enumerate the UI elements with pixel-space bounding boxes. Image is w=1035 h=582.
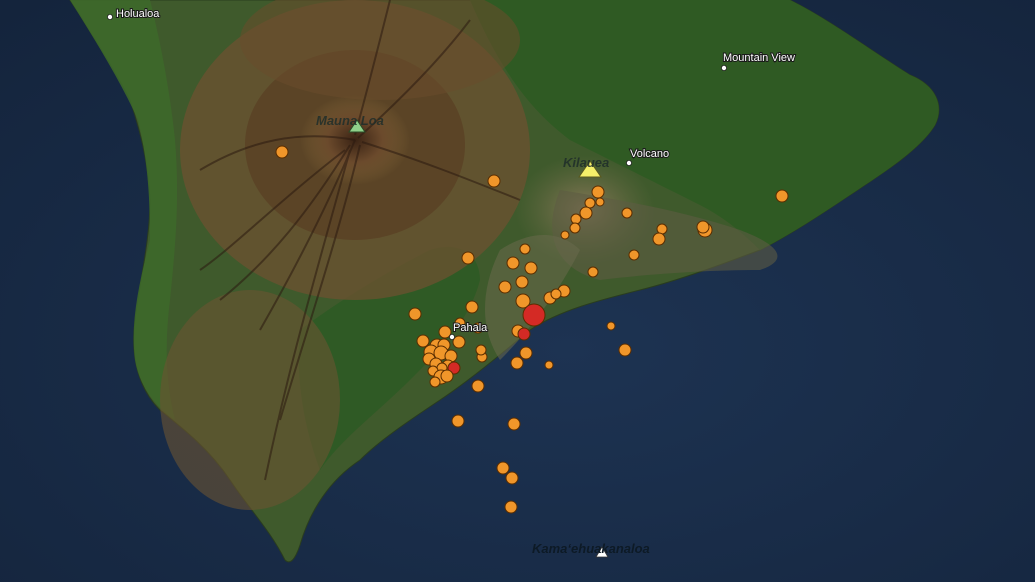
- earthquake-map[interactable]: Mauna Loa Kilauea Kama‘ehuakanaloa Holua…: [0, 0, 1035, 582]
- earthquake-marker[interactable]: [465, 300, 479, 314]
- earthquake-marker[interactable]: [515, 275, 529, 289]
- earthquake-marker[interactable]: [775, 189, 789, 203]
- earthquake-marker[interactable]: [618, 343, 632, 357]
- earthquake-marker[interactable]: [517, 327, 531, 341]
- earthquake-marker[interactable]: [504, 500, 518, 514]
- southwest-rift: [160, 290, 340, 510]
- earthquake-marker[interactable]: [505, 471, 519, 485]
- mountain-view-label: Mountain View: [723, 52, 795, 64]
- earthquake-marker[interactable]: [487, 174, 501, 188]
- mauna-loa-label: Mauna Loa: [316, 113, 384, 128]
- earthquake-marker[interactable]: [579, 206, 593, 220]
- map-canvas[interactable]: Mauna Loa Kilauea Kama‘ehuakanaloa Holua…: [0, 0, 1035, 582]
- earthquake-marker[interactable]: [496, 461, 510, 475]
- earthquake-marker[interactable]: [429, 376, 441, 388]
- earthquake-marker[interactable]: [628, 249, 640, 261]
- earthquake-marker[interactable]: [519, 243, 531, 255]
- earthquake-marker[interactable]: [451, 414, 465, 428]
- kilauea-label: Kilauea: [563, 155, 609, 170]
- earthquake-marker[interactable]: [440, 369, 454, 383]
- earthquake-marker[interactable]: [498, 280, 512, 294]
- earthquake-marker[interactable]: [524, 261, 538, 275]
- volcano-town-dot: [626, 159, 633, 166]
- earthquake-marker[interactable]: [656, 223, 668, 235]
- earthquake-marker[interactable]: [569, 222, 581, 234]
- earthquake-marker[interactable]: [475, 344, 487, 356]
- earthquake-marker[interactable]: [544, 360, 554, 370]
- earthquake-marker[interactable]: [606, 321, 616, 331]
- earthquake-marker[interactable]: [587, 266, 599, 278]
- earthquake-marker[interactable]: [696, 220, 710, 234]
- earthquake-marker[interactable]: [522, 303, 546, 327]
- earthquake-marker[interactable]: [584, 197, 596, 209]
- volcano-town-label: Volcano: [630, 148, 669, 160]
- earthquake-marker[interactable]: [570, 213, 582, 225]
- pahala-dot: [448, 333, 455, 340]
- holualoa-label: Holualoa: [116, 8, 160, 20]
- earthquake-marker[interactable]: [591, 185, 605, 199]
- earthquake-marker[interactable]: [461, 251, 475, 265]
- earthquake-marker[interactable]: [506, 256, 520, 270]
- earthquake-marker[interactable]: [507, 417, 521, 431]
- pahala-label: Pahala: [453, 322, 488, 334]
- earthquake-marker[interactable]: [595, 197, 605, 207]
- earthquake-marker[interactable]: [621, 207, 633, 219]
- earthquake-marker[interactable]: [550, 288, 562, 300]
- mountain-view-dot: [721, 65, 728, 72]
- earthquake-marker[interactable]: [275, 145, 289, 159]
- holualoa-dot: [107, 13, 114, 20]
- earthquake-marker[interactable]: [560, 230, 570, 240]
- earthquake-marker[interactable]: [408, 307, 422, 321]
- earthquake-marker[interactable]: [510, 356, 524, 370]
- earthquake-marker[interactable]: [652, 232, 666, 246]
- earthquake-marker[interactable]: [471, 379, 485, 393]
- earthquake-marker[interactable]: [519, 346, 533, 360]
- kamaehuakanaloa-label: Kama‘ehuakanaloa: [532, 541, 650, 556]
- earthquake-marker[interactable]: [416, 334, 430, 348]
